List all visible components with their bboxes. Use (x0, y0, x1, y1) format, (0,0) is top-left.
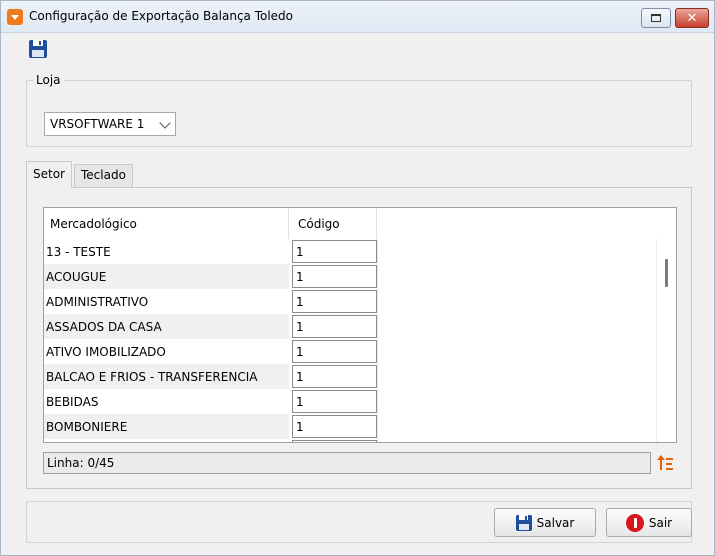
table-row[interactable]: BALCAO E FRIOS - TRANSFERENCIA 1 (44, 364, 377, 389)
mercadologico-cell: ACOUGUE (44, 264, 289, 289)
save-button[interactable]: Salvar (494, 508, 596, 537)
table-row[interactable]: BEBIDAS 1 (44, 389, 377, 414)
scrollbar-thumb[interactable] (665, 259, 668, 287)
exit-button[interactable]: Sair (606, 508, 692, 537)
loja-selected-value: VRSOFTWARE 1 (50, 117, 145, 131)
tab-setor[interactable]: Setor (26, 161, 72, 188)
table-row[interactable]: BOMBONIERE 1 (44, 414, 377, 439)
app-icon (7, 9, 23, 25)
mercadologico-cell: ASSADOS DA CASA (44, 314, 289, 339)
mercadologico-cell: ADMINISTRATIVO (46, 294, 149, 309)
sort-up-icon (657, 455, 673, 470)
grid-divider (377, 239, 378, 442)
codigo-input[interactable]: 1 (292, 290, 377, 313)
column-header-mercadologico[interactable]: Mercadológico (44, 208, 289, 239)
mercadologico-cell: 13 - TESTE (46, 244, 111, 259)
row-counter: Linha: 0/45 (43, 452, 651, 474)
close-icon: ✕ (686, 10, 698, 26)
close-button[interactable]: ✕ (675, 8, 709, 28)
codigo-input[interactable]: 1 (292, 240, 377, 263)
window-title: Configuração de Exportação Balança Toled… (29, 9, 294, 23)
mercadologico-cell: BALCAO E FRIOS - TRANSFERENCIA (44, 364, 289, 389)
table-row[interactable]: ASSADOS DA CASA 1 (44, 314, 377, 339)
loja-group: Loja VRSOFTWARE 1 (26, 73, 692, 147)
floppy-disk-icon (29, 40, 47, 58)
grid-header: Mercadológico Código (44, 208, 377, 239)
codigo-input[interactable]: 1 (292, 315, 377, 338)
loja-legend: Loja (36, 73, 61, 87)
restore-button[interactable] (641, 8, 671, 28)
restore-icon (651, 14, 661, 22)
mercadologico-cell: BEBIDAS (46, 394, 99, 409)
table-row[interactable]: ATIVO IMOBILIZADO 1 (44, 339, 377, 364)
codigo-input-partial (292, 440, 377, 442)
table-row[interactable]: 13 - TESTE 1 (44, 239, 377, 264)
vertical-scrollbar[interactable] (656, 239, 676, 442)
table-row[interactable]: ACOUGUE 1 (44, 264, 377, 289)
codigo-input[interactable]: 1 (292, 365, 377, 388)
column-header-codigo[interactable]: Código (290, 208, 377, 239)
chevron-down-icon (159, 117, 171, 129)
codigo-input[interactable]: 1 (292, 415, 377, 438)
codigo-input[interactable]: 1 (292, 390, 377, 413)
toolbar-save-button[interactable] (27, 39, 49, 59)
exit-button-label: Sair (648, 515, 673, 530)
mercadologico-cell: BOMBONIERE (44, 414, 289, 439)
loja-select[interactable]: VRSOFTWARE 1 (44, 112, 176, 136)
table-row-partial (44, 439, 377, 442)
codigo-input[interactable]: 1 (292, 265, 377, 288)
export-config-window: Configuração de Exportação Balança Toled… (0, 0, 715, 556)
setor-panel: Mercadológico Código 13 - TESTE 1 ACOUGU… (26, 187, 692, 489)
exit-icon (625, 513, 644, 532)
codigo-input[interactable]: 1 (292, 340, 377, 363)
mercadologico-grid: Mercadológico Código 13 - TESTE 1 ACOUGU… (43, 207, 677, 443)
table-row[interactable]: ADMINISTRATIVO 1 (44, 289, 377, 314)
mercadologico-cell: ATIVO IMOBILIZADO (46, 344, 166, 359)
sort-button[interactable] (654, 452, 676, 474)
tab-teclado[interactable]: Teclado (74, 164, 133, 187)
footer-actions: Salvar Sair (26, 501, 692, 543)
title-bar: Configuração de Exportação Balança Toled… (1, 1, 714, 33)
floppy-disk-icon (515, 514, 532, 531)
save-button-label: Salvar (536, 515, 575, 530)
